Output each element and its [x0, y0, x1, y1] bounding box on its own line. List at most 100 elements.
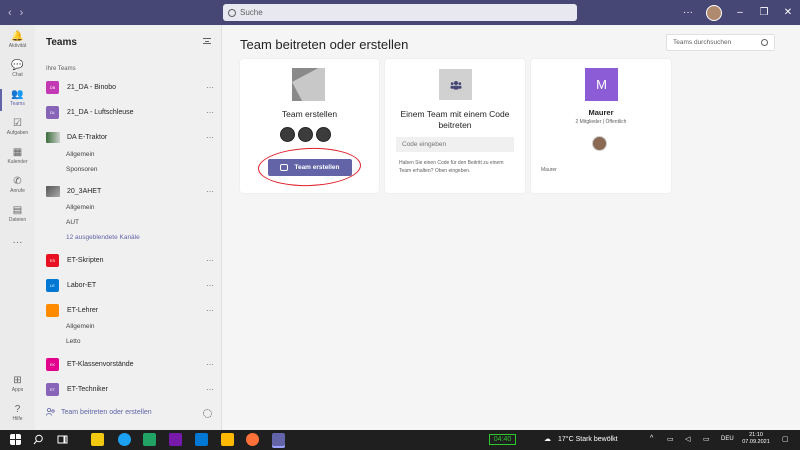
- channel-item[interactable]: Sponsoren: [66, 166, 97, 173]
- edge-icon[interactable]: [118, 433, 131, 446]
- create-team-card[interactable]: Team erstellen Team erstellen: [240, 59, 379, 193]
- rail-apps[interactable]: ⊞ Apps: [0, 375, 35, 393]
- more-icon[interactable]: ···: [206, 108, 214, 117]
- explorer-icon[interactable]: [221, 433, 234, 446]
- rail-files[interactable]: ▤ Dateien: [0, 205, 35, 223]
- avatar: [592, 136, 607, 151]
- outlook-icon[interactable]: [195, 433, 208, 446]
- filter-icon[interactable]: [203, 38, 211, 44]
- rail-teams[interactable]: 👥 Teams: [0, 89, 35, 111]
- teams-search-input[interactable]: Teams durchsuchen: [666, 34, 775, 51]
- restore-button[interactable]: ❐: [752, 7, 776, 18]
- clock[interactable]: 21:10 07.09.2021: [741, 432, 771, 446]
- bell-icon: 🔔: [11, 31, 24, 42]
- team-card-maurer[interactable]: M Maurer 2 Mitglieder | Öffentlich Maure…: [531, 59, 671, 193]
- back-icon[interactable]: ‹: [8, 7, 12, 19]
- volume-icon[interactable]: ◁: [685, 435, 690, 443]
- search-icon[interactable]: [33, 434, 44, 445]
- weather-text[interactable]: 17°C Stark bewölkt: [558, 436, 618, 443]
- team-item[interactable]: DB 21_DA - Binobo ···: [46, 80, 216, 94]
- channel-item[interactable]: Allgemein: [66, 151, 95, 158]
- team-tile: DB: [46, 80, 59, 94]
- team-item[interactable]: 20_3AHET ···: [46, 184, 216, 198]
- channel-item[interactable]: Letto: [66, 338, 80, 345]
- more-icon[interactable]: ···: [206, 360, 214, 369]
- rail-tasks[interactable]: ☑ Aufgaben: [0, 118, 35, 136]
- task-view-icon[interactable]: [57, 434, 68, 445]
- team-item[interactable]: ET ET-Techniker ···: [46, 382, 216, 396]
- team-tile: ET: [46, 382, 59, 396]
- more-icon[interactable]: ···: [206, 83, 214, 92]
- firefox-icon[interactable]: [246, 433, 259, 446]
- more-icon[interactable]: ···: [206, 281, 214, 290]
- network-icon[interactable]: ▭: [667, 435, 674, 443]
- rail-calendar[interactable]: ▦ Kalender: [0, 147, 35, 165]
- more-icon[interactable]: ···: [206, 187, 214, 196]
- minimize-button[interactable]: –: [728, 7, 752, 18]
- team-tile: M: [585, 68, 618, 101]
- clock-time: 21:10: [749, 432, 763, 438]
- phone-icon: ✆: [13, 176, 22, 187]
- join-or-create-link[interactable]: Team beitreten oder erstellen: [46, 407, 152, 416]
- card-title: Team erstellen: [281, 109, 338, 119]
- battery-indicator[interactable]: 04:40: [489, 434, 516, 445]
- language-indicator[interactable]: DEU: [721, 436, 734, 442]
- team-tile: EK: [46, 357, 59, 371]
- team-tile: LE: [46, 278, 59, 292]
- rail-more[interactable]: ···: [0, 237, 35, 248]
- code-input[interactable]: [396, 137, 514, 152]
- hidden-channels-link[interactable]: 12 ausgeblendete Kanäle: [66, 234, 140, 241]
- rail-chat[interactable]: 💬 Chat: [0, 60, 35, 78]
- team-image: [46, 131, 60, 143]
- weather-icon: ☁: [544, 436, 551, 443]
- taskbar: 04:40 ☁ 17°C Stark bewölkt ^ ▭ ◁ ▭ DEU 2…: [0, 430, 800, 450]
- team-join-icon: [439, 69, 472, 100]
- team-item[interactable]: ET-Lehrer ···: [46, 303, 216, 317]
- clock-date: 07.09.2021: [742, 439, 770, 445]
- team-item[interactable]: EK ET-Klassenvorstände ···: [46, 357, 216, 371]
- close-button[interactable]: ✕: [776, 7, 800, 18]
- forward-icon[interactable]: ›: [20, 7, 24, 19]
- chevron-up-icon[interactable]: ^: [650, 435, 653, 442]
- channel-item[interactable]: Allgemein: [66, 204, 95, 211]
- team-item[interactable]: DL 21_DA - Luftschleuse ···: [46, 105, 216, 119]
- excel-icon[interactable]: [143, 433, 156, 446]
- more-icon[interactable]: ···: [206, 256, 214, 265]
- avatar: [316, 127, 331, 142]
- team-tile: DL: [46, 105, 59, 119]
- battery-icon[interactable]: ▭: [703, 435, 710, 443]
- more-icon[interactable]: ···: [206, 306, 214, 315]
- channel-item[interactable]: AUT: [66, 219, 79, 226]
- join-with-code-card: Einem Team mit einem Code beitreten Habe…: [385, 59, 525, 193]
- team-placeholder-image: [292, 68, 325, 101]
- member-avatars: [280, 127, 331, 142]
- onenote-icon[interactable]: [169, 433, 182, 446]
- more-options-icon[interactable]: ···: [676, 7, 700, 18]
- calendar-icon: ▦: [12, 147, 23, 158]
- team-card-footer: Maurer: [541, 167, 557, 173]
- search-input[interactable]: Suche: [223, 4, 577, 21]
- rail-activity[interactable]: 🔔 Aktivität: [0, 31, 35, 49]
- title-bar: ‹ › Suche ··· – ❐ ✕: [0, 0, 800, 25]
- more-icon[interactable]: ···: [206, 133, 214, 142]
- search-placeholder: Suche: [240, 8, 263, 17]
- code-help-text: Haben Sie einen Code für den Beitritt zu…: [399, 160, 504, 174]
- team-item[interactable]: DA E-Traktor ···: [46, 130, 216, 144]
- windows-start-icon[interactable]: [10, 434, 21, 445]
- channel-item[interactable]: Allgemein: [66, 323, 95, 330]
- team-item[interactable]: ES ET-Skripten ···: [46, 253, 216, 267]
- rail-calls[interactable]: ✆ Anrufe: [0, 176, 35, 194]
- search-icon: [228, 8, 236, 17]
- avatar: [298, 127, 313, 142]
- teams-taskbar-icon[interactable]: [272, 433, 285, 446]
- gear-icon[interactable]: [203, 409, 212, 418]
- panel-title: Teams: [46, 37, 77, 48]
- store-icon[interactable]: [91, 433, 104, 446]
- rail-help[interactable]: ? Hilfe: [0, 404, 35, 422]
- more-icon[interactable]: ···: [206, 385, 214, 394]
- team-item[interactable]: LE Labor-ET ···: [46, 278, 216, 292]
- notifications-icon[interactable]: ▢: [782, 435, 789, 443]
- user-avatar[interactable]: [706, 4, 722, 21]
- search-icon: [761, 39, 768, 46]
- team-image: [46, 185, 60, 197]
